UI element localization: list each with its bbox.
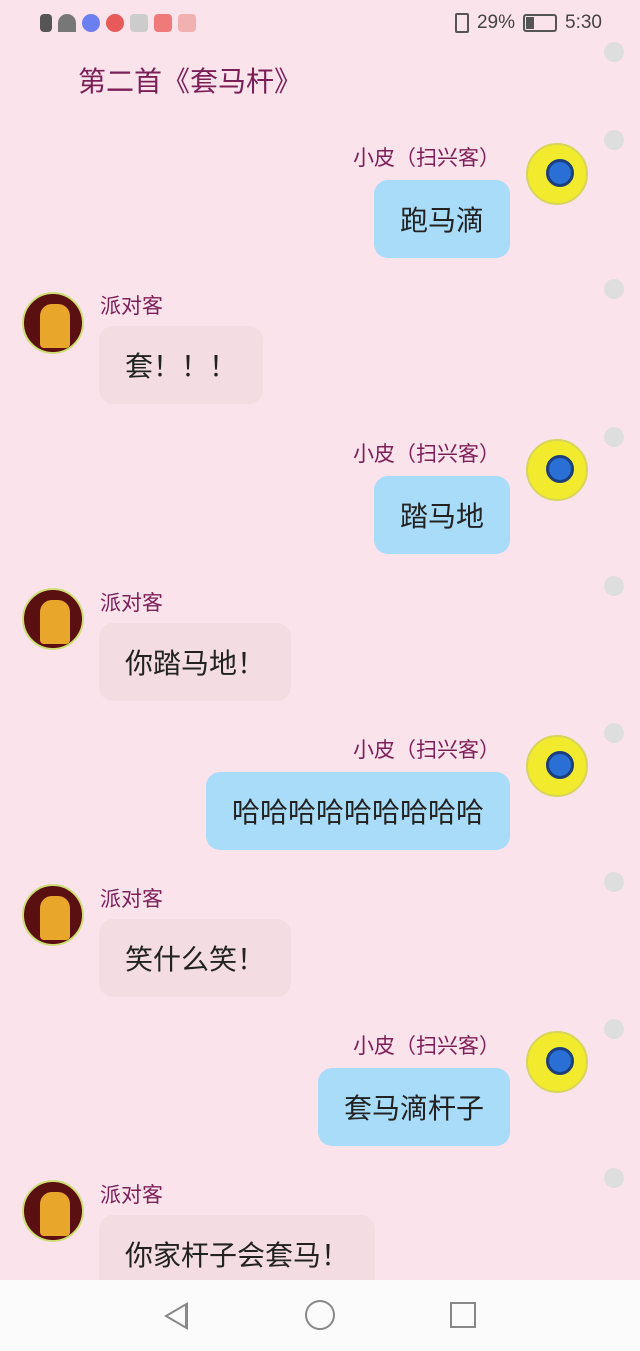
avatar[interactable] bbox=[22, 1180, 84, 1242]
message-bubble[interactable]: 跑马滴 bbox=[373, 180, 510, 258]
recent-apps-icon[interactable] bbox=[450, 1302, 476, 1328]
battery-icon bbox=[523, 14, 558, 32]
scroll-dot bbox=[604, 576, 624, 596]
scroll-dot bbox=[604, 1168, 624, 1188]
message-bubble[interactable]: 笑什么笑！ bbox=[99, 919, 292, 997]
scroll-dot bbox=[604, 42, 624, 62]
music-icon bbox=[82, 14, 100, 32]
scroll-dot bbox=[604, 723, 624, 743]
sender-name: 小皮（扫兴客） bbox=[353, 146, 500, 170]
message-bubble[interactable]: 套马滴杆子 bbox=[317, 1068, 510, 1146]
sender-name: 小皮（扫兴客） bbox=[353, 1034, 500, 1058]
status-right: 29% 5:30 bbox=[454, 12, 602, 34]
sender-name: 小皮（扫兴客） bbox=[353, 738, 500, 762]
notification-icons bbox=[40, 14, 196, 32]
message-bubble[interactable]: 套！！！ bbox=[99, 326, 264, 404]
navigation-bar bbox=[0, 1280, 640, 1351]
home-icon[interactable] bbox=[305, 1300, 335, 1330]
vibrate-icon bbox=[454, 13, 469, 33]
back-icon[interactable] bbox=[164, 1302, 188, 1330]
avatar[interactable] bbox=[526, 735, 588, 797]
avatar[interactable] bbox=[22, 588, 84, 650]
message-bubble[interactable]: 你踏马地！ bbox=[99, 623, 292, 701]
alert-icon bbox=[40, 14, 52, 32]
song-title: 第二首《套马杆》 bbox=[78, 65, 303, 98]
status-bar: 29% 5:30 bbox=[0, 0, 640, 52]
message-bubble[interactable]: 踏马地 bbox=[373, 476, 510, 554]
sender-name: 派对客 bbox=[100, 591, 163, 615]
battery-percent: 29% bbox=[476, 12, 516, 33]
sender-name: 派对客 bbox=[100, 294, 163, 318]
wifi-icon bbox=[58, 14, 76, 32]
app-icon-2 bbox=[154, 14, 172, 32]
keyboard-icon bbox=[130, 14, 148, 32]
scroll-dot bbox=[604, 1019, 624, 1039]
sender-name: 派对客 bbox=[100, 887, 163, 911]
app-icon-3 bbox=[178, 14, 196, 32]
avatar[interactable] bbox=[22, 884, 84, 946]
scroll-dot bbox=[604, 872, 624, 892]
avatar[interactable] bbox=[22, 292, 84, 354]
sender-name: 派对客 bbox=[100, 1183, 163, 1207]
clock: 5:30 bbox=[565, 12, 602, 33]
app-icon bbox=[106, 14, 124, 32]
scroll-dot bbox=[604, 427, 624, 447]
scroll-dot bbox=[604, 130, 624, 150]
message-bubble[interactable]: 哈哈哈哈哈哈哈哈哈 bbox=[205, 772, 510, 850]
avatar[interactable] bbox=[526, 1031, 588, 1093]
avatar[interactable] bbox=[526, 439, 588, 501]
scroll-dot bbox=[604, 279, 624, 299]
avatar[interactable] bbox=[526, 143, 588, 205]
sender-name: 小皮（扫兴客） bbox=[353, 442, 500, 466]
